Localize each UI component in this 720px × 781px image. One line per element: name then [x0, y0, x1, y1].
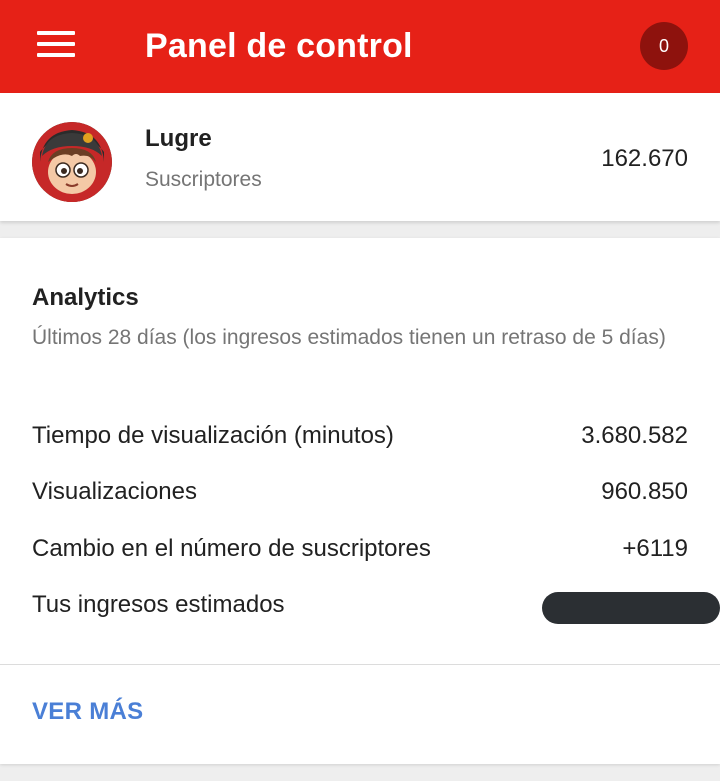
page-title: Panel de control [145, 27, 413, 65]
stat-row-subscriber-change: Cambio en el número de suscriptores +611… [32, 533, 688, 565]
analytics-title: Analytics [32, 284, 139, 311]
see-more-link[interactable]: VER MÁS [32, 698, 143, 726]
stat-label: Tus ingresos estimados [32, 591, 285, 618]
stat-value: +6119 [622, 535, 688, 562]
analytics-subtitle: Últimos 28 días (los ingresos estimados … [32, 326, 666, 349]
notification-badge[interactable]: 0 [640, 22, 688, 70]
redacted-revenue-value [542, 592, 720, 624]
menu-line [37, 42, 75, 46]
stat-value: 3.680.582 [581, 422, 688, 449]
menu-line [37, 53, 75, 57]
hamburger-menu-icon[interactable] [37, 31, 75, 57]
channel-card[interactable]: Lugre Suscriptores 162.670 [0, 93, 720, 221]
menu-line [37, 31, 75, 35]
subscribers-label: Suscriptores [145, 168, 262, 191]
analytics-card: Analytics Últimos 28 días (los ingresos … [0, 238, 720, 764]
stat-label: Visualizaciones [32, 478, 197, 505]
avatar-image [32, 122, 112, 202]
divider [0, 664, 720, 665]
stat-row-views: Visualizaciones 960.850 [32, 476, 688, 508]
avatar [32, 122, 112, 202]
stat-label: Tiempo de visualización (minutos) [32, 422, 394, 449]
stat-value: 960.850 [601, 478, 688, 505]
stat-label: Cambio en el número de suscriptores [32, 535, 431, 562]
stat-row-watch-time: Tiempo de visualización (minutos) 3.680.… [32, 420, 688, 452]
subscribers-count: 162.670 [601, 145, 688, 172]
app-bar: Panel de control 0 [0, 0, 720, 93]
channel-name: Lugre [145, 125, 212, 152]
